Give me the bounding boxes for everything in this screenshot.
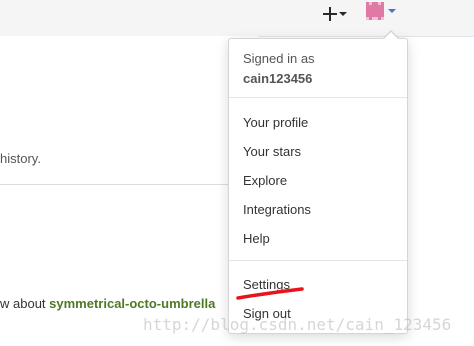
main-content: history. w about symmetrical-octo-umbrel… bbox=[0, 36, 258, 346]
divider bbox=[0, 184, 258, 185]
history-text: history. bbox=[0, 151, 41, 166]
menu-item-explore[interactable]: Explore bbox=[243, 173, 287, 188]
menu-item-your-stars[interactable]: Your stars bbox=[243, 144, 301, 159]
new-menu-button[interactable] bbox=[323, 4, 347, 24]
signed-in-label: Signed in as bbox=[243, 51, 315, 66]
menu-item-integrations[interactable]: Integrations bbox=[243, 202, 311, 217]
news-item: w about symmetrical-octo-umbrella bbox=[0, 296, 215, 311]
dropdown-divider bbox=[229, 260, 407, 261]
user-menu-button[interactable] bbox=[366, 1, 396, 21]
dropdown-divider bbox=[229, 97, 407, 98]
header-bar bbox=[0, 0, 474, 37]
repo-link[interactable]: symmetrical-octo-umbrella bbox=[49, 296, 215, 311]
watermark: http://blog.csdn.net/cain_123456 bbox=[143, 315, 452, 334]
avatar-icon bbox=[366, 2, 384, 20]
chevron-down-icon bbox=[388, 9, 396, 13]
plus-icon bbox=[323, 7, 337, 21]
red-underline-annotation bbox=[236, 287, 304, 300]
menu-item-help[interactable]: Help bbox=[243, 231, 270, 246]
menu-item-your-profile[interactable]: Your profile bbox=[243, 115, 308, 130]
chevron-down-icon bbox=[339, 12, 347, 16]
news-prefix: w about bbox=[0, 296, 50, 311]
signed-in-username: cain123456 bbox=[243, 71, 313, 86]
